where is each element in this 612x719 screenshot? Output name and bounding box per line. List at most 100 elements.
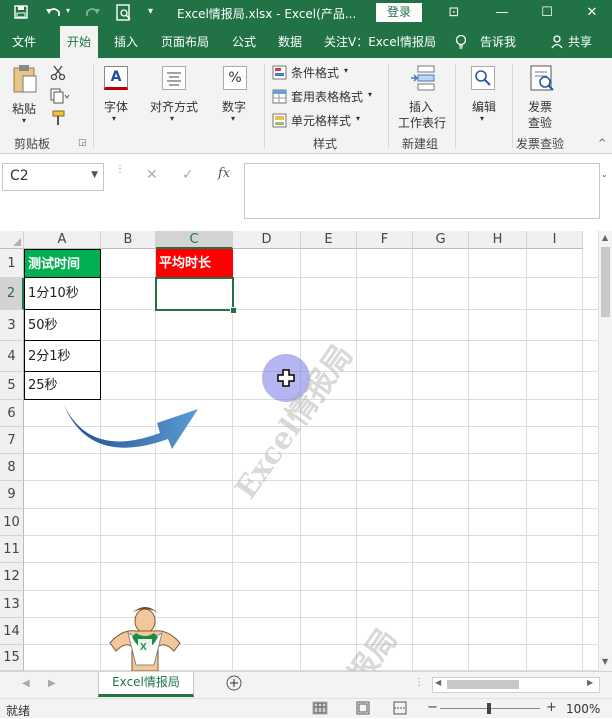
worksheet-grid[interactable]: ABCDEFGHI 1 2 3 4 5 6 7 8 9 10 11 12 13 14 15 测试时间 1分1…: [0, 231, 598, 671]
horizontal-scrollbar[interactable]: ◀ ▶: [432, 677, 600, 693]
normal-view-icon[interactable]: [312, 701, 328, 715]
select-all-corner[interactable]: [0, 231, 24, 249]
row-header-13[interactable]: 13: [0, 591, 24, 618]
tab-page-layout[interactable]: 页面布局: [161, 26, 209, 58]
tab-home[interactable]: 开始: [60, 26, 99, 58]
prev-sheet-icon[interactable]: ◀: [22, 678, 30, 689]
cell-A1[interactable]: 测试时间: [24, 249, 101, 278]
clipboard-launcher-icon[interactable]: ◲: [78, 138, 87, 148]
cell-A2[interactable]: 1分10秒: [24, 278, 101, 310]
row-header-2[interactable]: 2: [0, 278, 24, 310]
scroll-down-icon[interactable]: ▼: [602, 657, 608, 666]
sheet-tab-excel[interactable]: Excel情报局: [98, 672, 194, 697]
conditional-format-button[interactable]: 条件格式 ▾: [272, 64, 382, 82]
save-icon[interactable]: [14, 5, 28, 19]
row-header-12[interactable]: 12: [0, 563, 24, 591]
fill-handle[interactable]: [230, 307, 237, 314]
close-button[interactable]: ✕: [572, 0, 612, 26]
tab-data[interactable]: 数据: [278, 26, 302, 58]
column-header-D[interactable]: D: [233, 231, 301, 249]
ribbon-display-options-icon[interactable]: ⊡: [434, 0, 474, 26]
paste-dropdown-icon: ▾: [22, 116, 27, 125]
cell-A4[interactable]: 2分1秒: [24, 341, 101, 372]
horizontal-scroll-thumb[interactable]: [447, 680, 519, 689]
copy-icon[interactable]: [50, 88, 70, 104]
insert-function-icon[interactable]: fx: [218, 166, 230, 181]
zoom-slider[interactable]: [440, 703, 540, 714]
row-header-1[interactable]: 1: [0, 249, 24, 278]
tab-insert[interactable]: 插入: [114, 26, 138, 58]
row-header-8[interactable]: 8: [0, 454, 24, 481]
column-header-A[interactable]: A: [24, 231, 101, 249]
tab-follow[interactable]: 关注V：Excel情报局: [324, 26, 436, 58]
page-layout-view-icon[interactable]: [355, 701, 371, 715]
row-header-4[interactable]: 4: [0, 341, 24, 372]
login-button[interactable]: 登录: [376, 3, 422, 22]
add-sheet-icon[interactable]: [226, 675, 242, 691]
name-box[interactable]: C2 ▼: [2, 163, 104, 191]
group-clipboard-label: 剪贴板: [14, 137, 51, 151]
scroll-left-icon[interactable]: ◀: [435, 678, 441, 687]
row-header-6[interactable]: 6: [0, 400, 24, 427]
maximize-button[interactable]: ☐: [527, 0, 567, 26]
cell-A3[interactable]: 50秒: [24, 310, 101, 341]
row-header-10[interactable]: 10: [0, 509, 24, 536]
zoom-out-button[interactable]: −: [427, 700, 438, 715]
cut-icon[interactable]: [50, 65, 66, 81]
cell-A5[interactable]: 25秒: [24, 372, 101, 400]
page-break-view-icon[interactable]: [392, 701, 408, 715]
column-header-H[interactable]: H: [469, 231, 527, 249]
zoom-in-button[interactable]: +: [546, 700, 557, 715]
cell-C1[interactable]: 平均时长: [156, 249, 233, 278]
number-button[interactable]: % 数字 ▾: [218, 64, 254, 130]
row-header-9[interactable]: 9: [0, 481, 24, 509]
cell-styles-button[interactable]: 单元格样式 ▾: [272, 112, 382, 130]
next-sheet-icon[interactable]: ▶: [48, 678, 56, 689]
column-header-C[interactable]: C: [156, 231, 233, 249]
tab-formulas[interactable]: 公式: [232, 26, 256, 58]
ribbon-home: 粘贴 ▾ 剪贴板 ◲ A 字体 ▾ 对齐方式 ▾ % 数字 ▾ 条件格式 ▾ 套…: [0, 58, 612, 154]
share-person-icon: [551, 35, 563, 49]
format-as-table-dropdown-icon: ▾: [368, 90, 373, 99]
scroll-up-icon[interactable]: ▲: [602, 233, 608, 242]
invoice-check-button[interactable]: 发票 查验: [518, 62, 568, 132]
row-header-15[interactable]: 15: [0, 645, 24, 671]
column-header-I[interactable]: I: [527, 231, 583, 249]
format-as-table-label: 套用表格格式: [291, 90, 364, 104]
column-header-E[interactable]: E: [301, 231, 357, 249]
editing-button[interactable]: 编辑 ▾: [462, 64, 506, 130]
undo-dropdown-icon[interactable]: ▾: [66, 6, 70, 15]
font-button[interactable]: A 字体 ▾: [100, 64, 134, 130]
insert-rows-button[interactable]: 插入 工作表行: [394, 62, 450, 132]
zoom-level[interactable]: 100%: [566, 702, 600, 716]
tell-me-search[interactable]: 告诉我: [480, 26, 516, 58]
expand-formula-bar-icon[interactable]: ⌄: [601, 170, 608, 179]
column-header-F[interactable]: F: [357, 231, 413, 249]
row-header-14[interactable]: 14: [0, 618, 24, 645]
print-preview-icon[interactable]: [116, 4, 132, 22]
paste-button[interactable]: 粘贴 ▾: [8, 62, 44, 128]
column-header-B[interactable]: B: [101, 231, 156, 249]
format-painter-icon[interactable]: [50, 110, 66, 126]
row-header-3[interactable]: 3: [0, 310, 24, 341]
tab-file[interactable]: 文件: [12, 26, 36, 58]
zoom-slider-thumb[interactable]: [487, 703, 491, 714]
scroll-right-icon[interactable]: ▶: [587, 678, 593, 687]
cell-C2-selected[interactable]: [155, 277, 234, 311]
row-header-5[interactable]: 5: [0, 372, 24, 400]
row-header-7[interactable]: 7: [0, 427, 24, 454]
collapse-ribbon-icon[interactable]: ^: [598, 138, 606, 149]
sheet-split-grip[interactable]: ⋮: [414, 677, 424, 688]
undo-icon[interactable]: [44, 4, 64, 22]
row-header-11[interactable]: 11: [0, 536, 24, 563]
customize-toolbar-icon[interactable]: ▾: [148, 6, 153, 17]
share-button[interactable]: 共享: [568, 26, 592, 58]
minimize-button[interactable]: —: [482, 0, 522, 26]
format-as-table-button[interactable]: 套用表格格式 ▾: [272, 88, 382, 106]
formula-input[interactable]: [244, 163, 600, 219]
vertical-scroll-thumb[interactable]: [601, 247, 610, 317]
column-header-G[interactable]: G: [413, 231, 469, 249]
vertical-scrollbar[interactable]: ▲ ▼: [598, 231, 612, 671]
alignment-button[interactable]: 对齐方式 ▾: [146, 64, 206, 130]
name-box-dropdown-icon[interactable]: ▼: [91, 170, 98, 180]
